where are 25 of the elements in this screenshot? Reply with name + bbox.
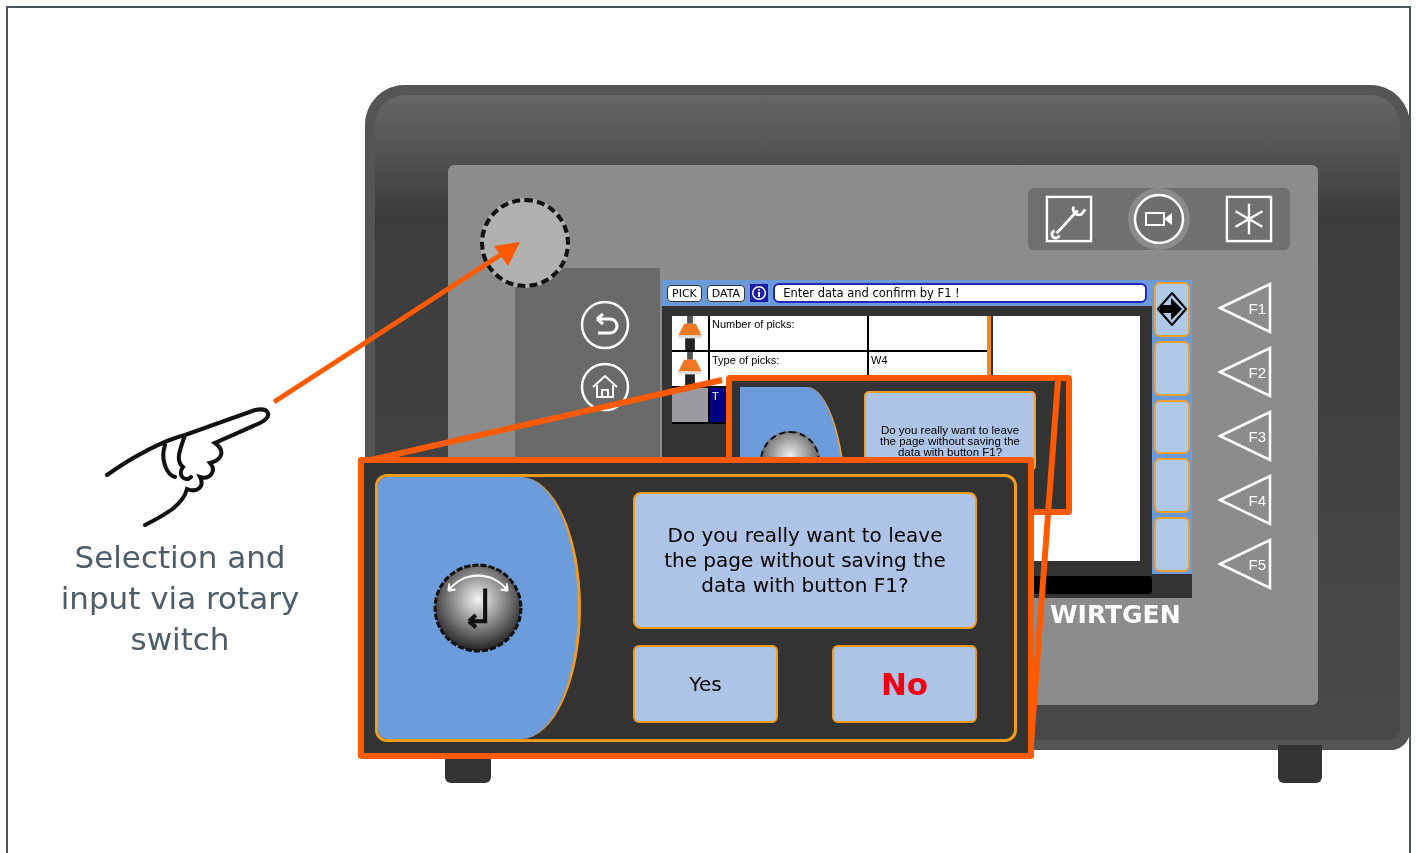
info-icon xyxy=(750,284,769,302)
function-key[interactable]: F5 xyxy=(1218,538,1274,590)
camera-button[interactable] xyxy=(1126,186,1192,252)
function-key[interactable]: F4 xyxy=(1218,474,1274,526)
function-key[interactable]: F1 xyxy=(1218,282,1274,334)
back-button[interactable] xyxy=(580,300,630,350)
softkey[interactable] xyxy=(1154,282,1190,337)
screen-tab[interactable]: DATA xyxy=(706,284,746,302)
brand-logo: WIRTGEN xyxy=(1050,600,1181,629)
photo-placeholder xyxy=(672,388,708,422)
arrow-icon xyxy=(1157,292,1187,327)
wrench-button[interactable] xyxy=(1045,195,1093,243)
caption-text: Selection and input via rotary switch xyxy=(59,538,301,659)
home-button[interactable] xyxy=(580,362,630,412)
dialog-button[interactable]: Yes xyxy=(633,645,778,723)
device-foot xyxy=(1278,745,1322,783)
dialog-message: Do you really want to leave the page without saving the data with button F1? xyxy=(633,492,977,629)
table-cell: Number of picks: xyxy=(708,316,867,350)
dialog-button[interactable]: No xyxy=(832,645,977,723)
asterisk-button[interactable] xyxy=(1225,195,1273,243)
message-field: Enter data and confirm by F1 ! xyxy=(773,283,1147,303)
screen-tab[interactable]: PICK xyxy=(667,284,702,302)
function-key[interactable]: F2 xyxy=(1218,346,1274,398)
rotary-knob-icon xyxy=(432,562,524,654)
function-key[interactable]: F3 xyxy=(1218,410,1274,462)
